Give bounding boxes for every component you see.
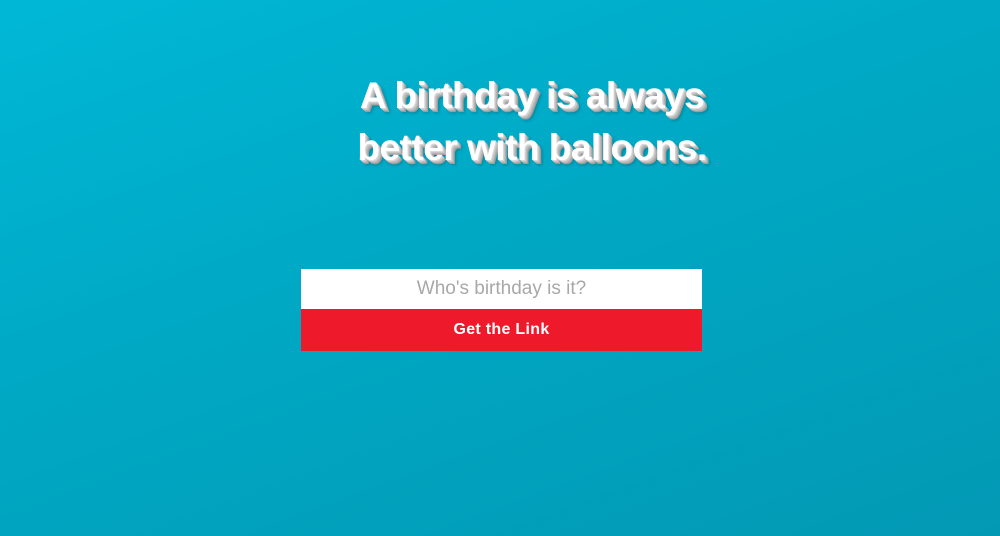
headline-line-1: A birthday is always <box>359 75 705 116</box>
get-link-button[interactable]: Get the Link <box>301 309 702 351</box>
headline-line-2: better with balloons. <box>357 127 707 168</box>
birthday-name-input[interactable] <box>301 269 702 309</box>
link-form: Get the Link <box>301 269 702 351</box>
page-headline: A birthday is always better with balloon… <box>0 70 1000 174</box>
